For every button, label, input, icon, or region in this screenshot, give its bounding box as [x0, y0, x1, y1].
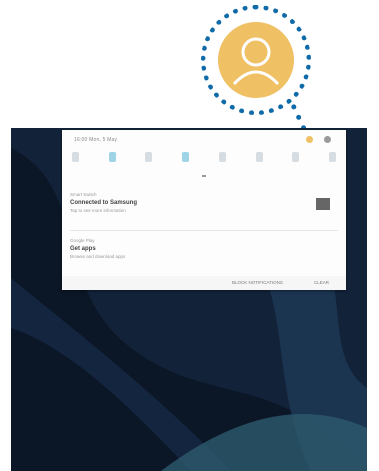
- panel-header: 16:00 Mon, 5 May: [62, 130, 346, 150]
- wifi-icon[interactable]: [72, 152, 79, 162]
- clear-button[interactable]: CLEAR: [314, 280, 329, 285]
- notification-title: Connected to Samsung: [70, 200, 138, 206]
- notification-item[interactable]: Smart Switch Connected to Samsung Tap to…: [70, 192, 338, 226]
- notification-panel: 16:00 Mon, 5 May Smart Switch Connected …: [62, 130, 346, 290]
- block-notifications-button[interactable]: BLOCK NOTIFICATIONS: [232, 280, 283, 285]
- profile-icon: [218, 22, 294, 98]
- flashlight-icon[interactable]: [328, 152, 336, 162]
- notification-item[interactable]: Google Play Get apps Browse and download…: [70, 238, 338, 268]
- device-screen: 16:00 Mon, 5 May Smart Switch Connected …: [11, 128, 367, 471]
- notification-subtitle: Tap to see more information: [70, 208, 126, 213]
- divider: [70, 230, 338, 231]
- notification-title: Get apps: [70, 246, 96, 252]
- notification-thumbnail: [316, 198, 330, 210]
- expand-handle[interactable]: [202, 175, 206, 177]
- bluetooth-icon[interactable]: [108, 152, 116, 162]
- power-saving-icon[interactable]: [218, 152, 226, 162]
- profile-callout: [201, 5, 311, 115]
- panel-footer: BLOCK NOTIFICATIONS CLEAR: [62, 276, 346, 290]
- quick-settings: [72, 152, 336, 168]
- notification-subtitle: Browse and download apps: [70, 254, 126, 259]
- date-time: 16:00 Mon, 5 May: [74, 137, 118, 143]
- settings-icon[interactable]: [324, 136, 331, 143]
- location-icon[interactable]: [292, 152, 300, 162]
- notification-app: Smart Switch: [70, 192, 97, 197]
- rotation-icon[interactable]: [182, 152, 190, 162]
- airplane-icon[interactable]: [255, 152, 263, 162]
- notification-app: Google Play: [70, 238, 95, 243]
- sound-icon[interactable]: [145, 152, 153, 162]
- profile-icon-small[interactable]: [306, 136, 313, 143]
